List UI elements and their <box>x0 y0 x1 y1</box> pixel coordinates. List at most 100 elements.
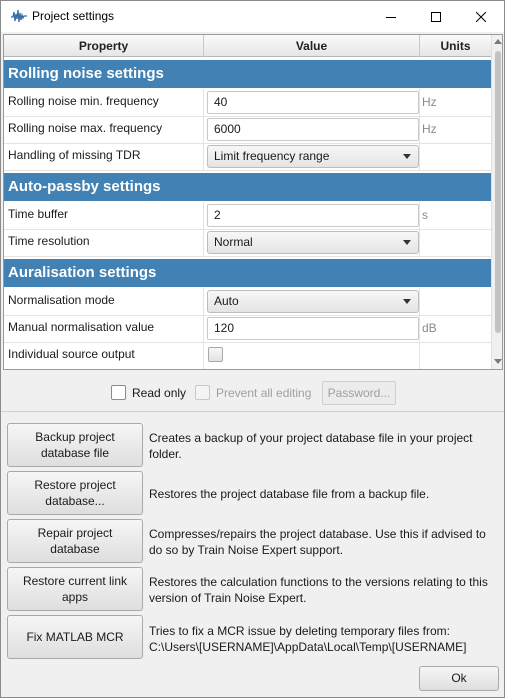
unit-label: s <box>422 208 428 222</box>
description-line: Restores the calculation functions to th… <box>149 575 488 589</box>
property-label: Rolling noise min. frequency <box>4 89 204 116</box>
prevent-editing-checkbox[interactable] <box>195 385 210 400</box>
button-label: Backup project database file <box>35 429 114 461</box>
value-cell: Auto <box>204 288 420 315</box>
close-button[interactable] <box>458 1 503 32</box>
property-label: Time buffer <box>4 202 204 229</box>
unit-label: Hz <box>422 122 437 136</box>
vertical-scrollbar[interactable] <box>491 35 502 369</box>
table-row: Normalisation mode Auto <box>4 288 491 316</box>
value-cell: 2 <box>204 202 420 229</box>
property-label: Individual source output <box>4 342 204 369</box>
dropdown-value: Limit frequency range <box>214 149 330 163</box>
action-description: Compresses/repairs the project database.… <box>149 526 494 558</box>
description-line: folder. <box>149 447 182 461</box>
value-cell: Normal <box>204 229 420 256</box>
restore-link-apps-button[interactable]: Restore current link apps <box>7 567 143 611</box>
minimize-button[interactable] <box>368 1 413 32</box>
column-header-property[interactable]: Property <box>4 35 204 57</box>
table-row: Rolling noise min. frequency 40 Hz <box>4 89 491 117</box>
section-header-auralisation: Auralisation settings <box>4 259 491 287</box>
ok-button[interactable]: Ok <box>419 666 499 691</box>
table-row: Manual normalisation value 120 dB <box>4 315 491 343</box>
unit-label: Hz <box>422 95 437 109</box>
description-line: do so by Train Noise Expert support. <box>149 543 344 557</box>
table-row: Handling of missing TDR Limit frequency … <box>4 143 491 171</box>
prevent-editing-label: Prevent all editing <box>216 386 312 400</box>
min-frequency-input[interactable]: 40 <box>207 91 419 114</box>
description-line: Creates a backup of your project databas… <box>149 431 473 445</box>
max-frequency-input[interactable]: 6000 <box>207 118 419 141</box>
waveform-icon <box>11 9 27 23</box>
scroll-up-icon[interactable] <box>494 39 502 44</box>
missing-tdr-dropdown[interactable]: Limit frequency range <box>207 145 419 168</box>
unit-label <box>420 143 491 170</box>
dropdown-value: Normal <box>214 235 253 249</box>
repair-database-button[interactable]: Repair project database <box>7 519 143 563</box>
property-label: Time resolution <box>4 229 204 256</box>
normalisation-mode-dropdown[interactable]: Auto <box>207 290 419 313</box>
value-cell <box>204 342 420 369</box>
button-label-line: Restore current link <box>22 574 128 588</box>
read-only-checkbox[interactable] <box>111 385 126 400</box>
description-line: C:\Users\[USERNAME]\AppData\Local\Temp\[… <box>149 640 467 654</box>
window-title: Project settings <box>32 9 115 23</box>
button-label-line: database file <box>40 446 110 460</box>
time-buffer-input[interactable]: 2 <box>207 204 419 227</box>
action-description: Restores the project database file from … <box>149 486 494 502</box>
chevron-down-icon <box>403 240 411 245</box>
project-settings-window: Project settings Property Value Units Ro… <box>0 0 505 698</box>
title-bar: Project settings <box>1 1 504 32</box>
button-label-line: Restore project <box>34 478 116 492</box>
value-cell: 120 <box>204 315 420 342</box>
individual-source-checkbox[interactable] <box>208 347 223 362</box>
table-header: Property Value Units <box>4 35 491 57</box>
property-label: Rolling noise max. frequency <box>4 116 204 143</box>
backup-database-button[interactable]: Backup project database file <box>7 423 143 467</box>
description-line: Compresses/repairs the project database.… <box>149 527 486 541</box>
description-line: version of Train Noise Expert. <box>149 591 307 605</box>
button-label: Restore current link apps <box>23 573 127 605</box>
password-button[interactable]: Password... <box>322 381 396 405</box>
section-header-auto-passby: Auto-passby settings <box>4 173 491 201</box>
maximize-button[interactable] <box>413 1 458 32</box>
column-header-value[interactable]: Value <box>204 35 420 57</box>
value-cell: Limit frequency range <box>204 143 420 170</box>
fix-matlab-mcr-button[interactable]: Fix MATLAB MCR <box>7 615 143 659</box>
close-icon <box>475 11 486 22</box>
button-label-line: database... <box>45 494 105 508</box>
property-label: Handling of missing TDR <box>4 143 204 170</box>
button-label-line: apps <box>61 590 88 604</box>
description-line: Restores the project database file from … <box>149 487 430 501</box>
button-label: Repair project database <box>38 525 113 557</box>
scroll-down-icon[interactable] <box>494 359 502 364</box>
unit-label <box>420 342 491 369</box>
button-label: Restore project database... <box>34 477 115 509</box>
property-label: Normalisation mode <box>4 288 204 315</box>
action-description: Restores the calculation functions to th… <box>149 574 494 606</box>
restore-database-button[interactable]: Restore project database... <box>7 471 143 515</box>
button-label-line: database <box>50 542 100 556</box>
table-row: Time buffer 2 s <box>4 202 491 230</box>
description-line: Tries to fix a MCR issue by deleting tem… <box>149 624 450 638</box>
value-cell: 40 <box>204 89 420 116</box>
divider <box>1 411 504 412</box>
property-table: Property Value Units Rolling noise setti… <box>3 34 503 370</box>
scroll-thumb[interactable] <box>495 51 501 333</box>
column-header-units[interactable]: Units <box>420 35 491 57</box>
dropdown-value: Auto <box>214 294 239 308</box>
read-only-label: Read only <box>132 386 187 400</box>
time-resolution-dropdown[interactable]: Normal <box>207 231 419 254</box>
section-header-rolling-noise: Rolling noise settings <box>4 60 491 88</box>
action-description: Creates a backup of your project databas… <box>149 430 494 462</box>
chevron-down-icon <box>403 299 411 304</box>
button-label-line: Repair project <box>37 526 113 540</box>
chevron-down-icon <box>403 154 411 159</box>
property-label: Manual normalisation value <box>4 315 204 342</box>
minimize-icon <box>385 16 396 18</box>
table-row: Rolling noise max. frequency 6000 Hz <box>4 116 491 144</box>
unit-label <box>420 229 491 256</box>
button-label-line: Backup project <box>35 430 115 444</box>
table-row: Individual source output <box>4 342 491 369</box>
manual-normalisation-input[interactable]: 120 <box>207 317 419 340</box>
